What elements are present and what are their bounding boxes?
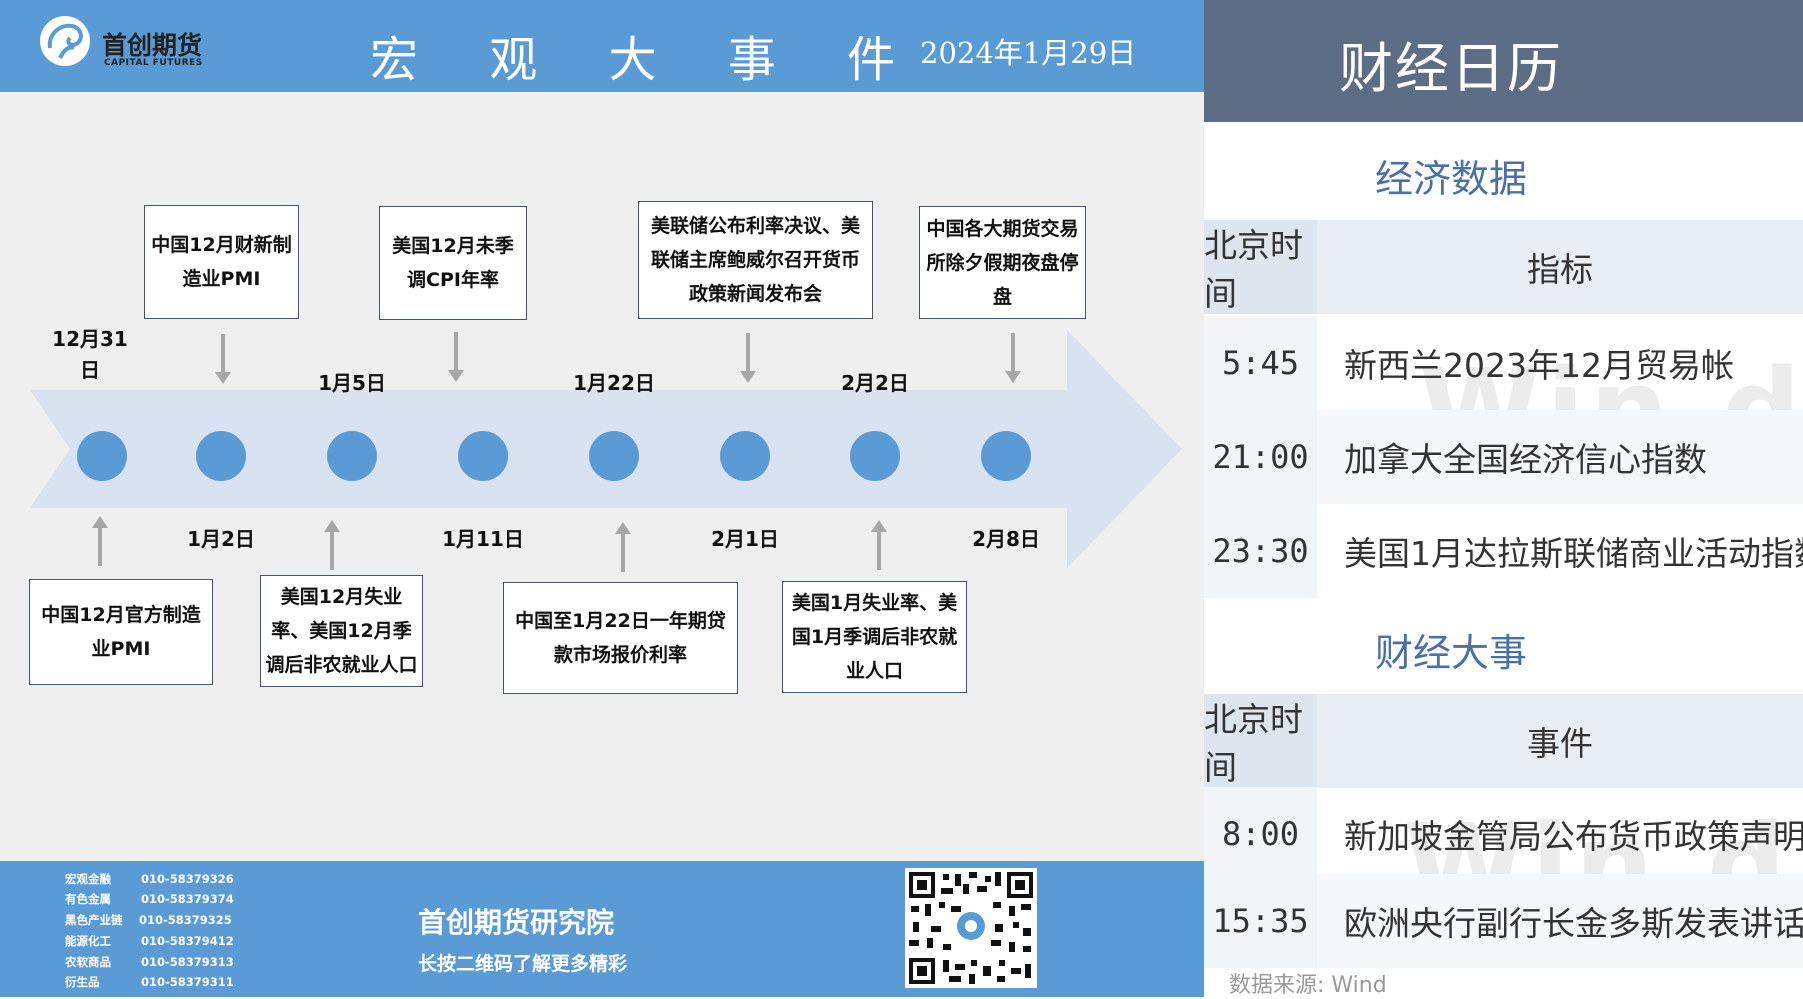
header-bar: 首创期货 CAPITAL FUTURES 宏 观 大 事 件 2024年1月29…	[0, 0, 1204, 92]
contact-row: 能源化工 010-58379412	[65, 934, 234, 948]
data-source: 数据来源: Wind	[1229, 973, 1387, 998]
logo-text-en: CAPITAL FUTURES	[104, 58, 203, 68]
calendar-title: 财经日历	[1339, 37, 1563, 100]
date-label: 1月11日	[442, 527, 524, 551]
arrow-down-icon	[215, 334, 231, 384]
report-date: 2024年1月29日	[920, 36, 1137, 70]
logo-text-cn: 首创期货	[102, 31, 203, 60]
timeline-dot	[196, 431, 246, 481]
event-box: 美联储公布利率决议、美联储主席鲍威尔召开货币政策新闻发布会	[638, 201, 873, 319]
table-row: 8:00 新加坡金管局公布货币政策声明	[1204, 787, 1803, 881]
event-box: 中国各大期货交易所除夕假期夜盘停盘	[919, 206, 1086, 319]
date-label: 2月1日	[711, 527, 779, 551]
arrow-down-icon	[740, 333, 756, 383]
date-label: 1月2日	[187, 527, 255, 551]
col-header-indicator: 指标	[1527, 250, 1593, 289]
table-row: 21:00 加拿大全国经济信心指数	[1204, 410, 1803, 504]
date-label: 1月22日	[573, 371, 655, 395]
arrow-down-icon	[1005, 333, 1021, 383]
arrow-up-icon	[871, 520, 887, 570]
table-row: 23:30 美国1月达拉斯联储商业活动指数	[1204, 504, 1803, 598]
contact-row: 宏观金融 010-58379326	[65, 872, 234, 886]
event-box: 美国12月失业率、美国12月季调后非农就业人口	[260, 575, 423, 687]
arrow-up-icon	[92, 516, 108, 566]
date-label: 1月5日	[318, 371, 386, 395]
timeline-dot	[458, 431, 508, 481]
contact-row: 衍生品 010-58379311	[65, 975, 234, 989]
contact-row: 农软商品 010-58379313	[65, 955, 234, 969]
calendar-header: 财经日历	[1204, 0, 1803, 122]
event-box: 美国12月未季调CPI年率	[379, 206, 527, 320]
arrow-up-icon	[615, 522, 631, 572]
institute-name: 首创期货研究院	[418, 906, 615, 939]
event-box: 中国12月财新制造业PMI	[144, 205, 299, 319]
company-logo-icon	[40, 16, 90, 66]
arrow-down-icon	[448, 332, 464, 382]
date-label: 2月2日	[841, 371, 909, 395]
arrow-up-icon	[324, 520, 340, 570]
timeline-dot	[720, 431, 770, 481]
col-header-time: 北京时间	[1204, 220, 1317, 314]
event-box: 中国至1月22日一年期贷款市场报价利率	[503, 582, 738, 694]
macro-events-panel: 首创期货 CAPITAL FUTURES 宏 观 大 事 件 2024年1月29…	[0, 0, 1204, 997]
contact-row: 有色金属 010-58379374	[65, 892, 234, 906]
table-row: 5:45 新西兰2023年12月贸易帐	[1204, 316, 1803, 410]
contact-row: 黑色产业链 010-58379325	[65, 913, 232, 927]
qr-hint: 长按二维码了解更多精彩	[418, 953, 628, 975]
timeline-dot	[589, 431, 639, 481]
date-label: 2月8日	[972, 527, 1040, 551]
event-box: 美国1月失业率、美国1月季调后非农就业人口	[782, 581, 967, 693]
qr-code-icon[interactable]	[905, 868, 1037, 988]
timeline-dot	[327, 431, 377, 481]
timeline-dot	[981, 431, 1031, 481]
event-box: 中国12月官方制造业PMI	[29, 579, 213, 685]
col-header-time: 北京时间	[1204, 694, 1317, 788]
date-label: 12月31日	[52, 327, 128, 382]
page-title: 宏 观 大 事 件	[370, 32, 924, 88]
finance-calendar-panel: 财经日历 经济数据 北京时间 指标 Win.d 5:45 新西兰2023年12月…	[1204, 0, 1803, 998]
events-section-title: 财经大事	[1374, 631, 1527, 675]
timeline-dot	[850, 431, 900, 481]
econ-table-header: 北京时间 指标	[1204, 220, 1803, 314]
timeline-dot	[77, 431, 127, 481]
col-header-event: 事件	[1527, 724, 1593, 763]
table-row: 15:35 欧洲央行副行长金多斯发表讲话	[1204, 874, 1803, 968]
events-table-header: 北京时间 事件	[1204, 694, 1803, 788]
econ-section-title: 经济数据	[1374, 157, 1527, 201]
